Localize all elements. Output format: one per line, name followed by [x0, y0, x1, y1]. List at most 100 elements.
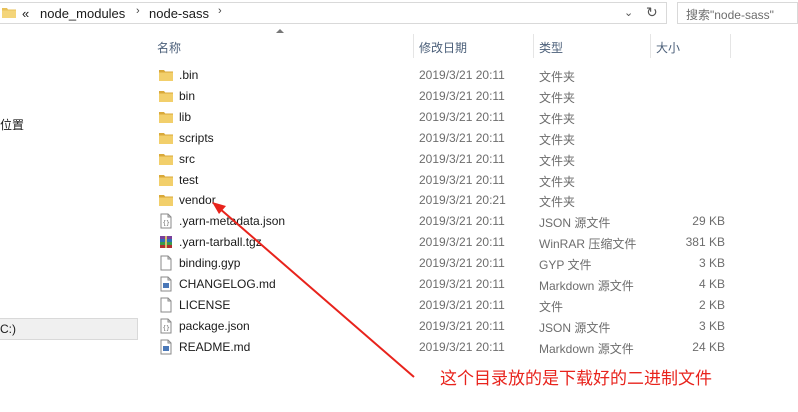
- file-size: 2 KB: [698, 297, 725, 312]
- svg-text:{}: {}: [163, 325, 170, 332]
- address-bar[interactable]: « node_modules › node-sass › ⌄ ↻: [0, 2, 667, 24]
- file-type: 文件夹: [539, 174, 576, 189]
- column-header-type-label: 类型: [539, 41, 564, 55]
- file-row[interactable]: binding.gyp 2019/3/21 20:11 GYP 文件 3 KB: [150, 253, 730, 274]
- file-name: binding.gyp: [179, 256, 241, 271]
- breadcrumb-node-modules[interactable]: node_modules: [40, 6, 125, 21]
- file-type: 文件夹: [539, 132, 576, 147]
- column-header-date[interactable]: 修改日期: [414, 34, 534, 58]
- file-row[interactable]: scripts 2019/3/21 20:11 文件夹: [150, 128, 730, 149]
- json-file-icon: {}: [160, 213, 172, 229]
- file-name: scripts: [179, 130, 214, 145]
- file-date: 2019/3/21 20:11: [419, 172, 505, 187]
- file-row[interactable]: test 2019/3/21 20:11 文件夹: [150, 170, 730, 191]
- file-type: 文件夹: [539, 70, 576, 84]
- file-date: 2019/3/21 20:11: [419, 109, 505, 124]
- file-size: 29 KB: [692, 214, 725, 229]
- folder-icon: [159, 153, 173, 165]
- file-type: WinRAR 压缩文件: [539, 237, 637, 252]
- file-name: .bin: [179, 68, 199, 82]
- file-row[interactable]: LICENSE 2019/3/21 20:11 文件 2 KB: [150, 295, 730, 316]
- file-date: 2019/3/21 20:11: [419, 214, 505, 229]
- file-row[interactable]: vendor 2019/3/21 20:21 文件夹: [150, 190, 730, 211]
- column-header-name-label: 名称: [157, 41, 182, 55]
- column-header-name[interactable]: 名称: [152, 34, 414, 58]
- file-name: CHANGELOG.md: [179, 277, 276, 291]
- column-header-type[interactable]: 类型: [534, 34, 651, 58]
- search-input[interactable]: 搜索"node-sass": [677, 2, 798, 24]
- file-row[interactable]: {} package.json 2019/3/21 20:11 JSON 源文件 3 K…: [150, 316, 730, 337]
- column-header-date-label: 修改日期: [419, 41, 468, 55]
- file-size: 24 KB: [692, 339, 725, 354]
- column-header-size-label: 大小: [656, 41, 681, 55]
- blank-file-icon: [160, 255, 172, 271]
- folder-icon: [159, 111, 173, 123]
- file-date: 2019/3/21 20:11: [419, 277, 505, 291]
- file-size: 381 KB: [685, 235, 725, 250]
- blank-file-icon: [160, 297, 172, 313]
- toolbar: « node_modules › node-sass › ⌄ ↻ 搜索"node…: [0, 0, 798, 28]
- file-date: 2019/3/21 20:11: [419, 256, 505, 271]
- file-row[interactable]: CHANGELOG.md 2019/3/21 20:11 Markdown 源文件 4…: [150, 274, 730, 295]
- file-row[interactable]: lib 2019/3/21 20:11 文件夹: [150, 107, 730, 128]
- file-row[interactable]: src 2019/3/21 20:11 文件夹: [150, 149, 730, 170]
- column-header-size[interactable]: 大小: [651, 34, 731, 58]
- nav-item-drive-label: C:): [0, 322, 16, 336]
- file-name: README.md: [179, 339, 251, 354]
- file-size: 3 KB: [698, 256, 725, 271]
- file-date: 2019/3/21 20:11: [419, 151, 505, 166]
- breadcrumb-node-sass[interactable]: node-sass: [149, 6, 209, 21]
- json-file-icon: {}: [160, 318, 172, 334]
- file-type: 文件夹: [539, 111, 576, 126]
- file-row[interactable]: .yarn-tarball.tgz 2019/3/21 20:11 WinRAR 压…: [150, 232, 730, 253]
- file-name: lib: [179, 109, 192, 124]
- file-row[interactable]: .bin 2019/3/21 20:11 文件夹: [150, 65, 730, 86]
- folder-icon: [159, 70, 173, 81]
- file-type: 文件: [539, 299, 564, 314]
- file-name: .yarn-tarball.tgz: [179, 235, 262, 250]
- file-row[interactable]: bin 2019/3/21 20:11 文件夹: [150, 86, 730, 107]
- address-dropdown-icon[interactable]: ⌄: [624, 6, 633, 19]
- file-date: 2019/3/21 20:11: [419, 130, 505, 145]
- folder-icon: [159, 195, 173, 207]
- file-date: 2019/3/21 20:21: [419, 193, 506, 208]
- file-size: 4 KB: [698, 277, 725, 291]
- file-name: test: [179, 172, 199, 187]
- file-date: 2019/3/21 20:11: [419, 318, 505, 333]
- file-date: 2019/3/21 20:11: [419, 235, 505, 250]
- file-row[interactable]: README.md 2019/3/21 20:11 Markdown 源文件 24 K…: [150, 337, 730, 358]
- folder-icon: [159, 132, 173, 144]
- file-date: 2019/3/21 20:11: [419, 297, 505, 312]
- overflow-chevron-icon[interactable]: «: [22, 6, 29, 21]
- nav-item-drive[interactable]: C:): [0, 318, 138, 340]
- file-name: LICENSE: [179, 297, 231, 312]
- file-date: 2019/3/21 20:11: [419, 68, 505, 82]
- folder-icon: [159, 90, 173, 102]
- breadcrumb-separator-icon[interactable]: ›: [136, 5, 140, 17]
- file-size: 3 KB: [698, 318, 725, 333]
- sort-ascending-icon: [276, 29, 284, 33]
- svg-text:{}: {}: [163, 220, 170, 227]
- markdown-file-icon: [160, 276, 172, 292]
- file-name: vendor: [179, 193, 216, 208]
- folder-icon: [2, 8, 16, 18]
- annotation-text: 这个目录放的是下载好的二进制文件: [440, 369, 712, 388]
- file-type: Markdown 源文件: [539, 341, 634, 356]
- file-type: 文件夹: [539, 90, 576, 105]
- file-type: GYP 文件: [539, 258, 592, 273]
- nav-item-location[interactable]: 位置: [0, 116, 24, 133]
- file-name: package.json: [179, 318, 250, 333]
- file-date: 2019/3/21 20:11: [419, 88, 505, 103]
- file-type: Markdown 源文件: [539, 279, 634, 293]
- file-name: bin: [179, 88, 196, 103]
- file-date: 2019/3/21 20:11: [419, 339, 505, 354]
- file-type: 文件夹: [539, 195, 576, 210]
- file-type: JSON 源文件: [539, 216, 611, 231]
- markdown-file-icon: [160, 339, 172, 355]
- search-placeholder: 搜索"node-sass": [686, 8, 774, 22]
- breadcrumb-separator-icon[interactable]: ›: [218, 5, 222, 17]
- folder-icon: [159, 174, 173, 186]
- file-row[interactable]: {} .yarn-metadata.json 2019/3/21 20:11 JSON…: [150, 211, 730, 232]
- file-name: .yarn-metadata.json: [179, 214, 286, 229]
- refresh-icon[interactable]: ↻: [646, 4, 658, 21]
